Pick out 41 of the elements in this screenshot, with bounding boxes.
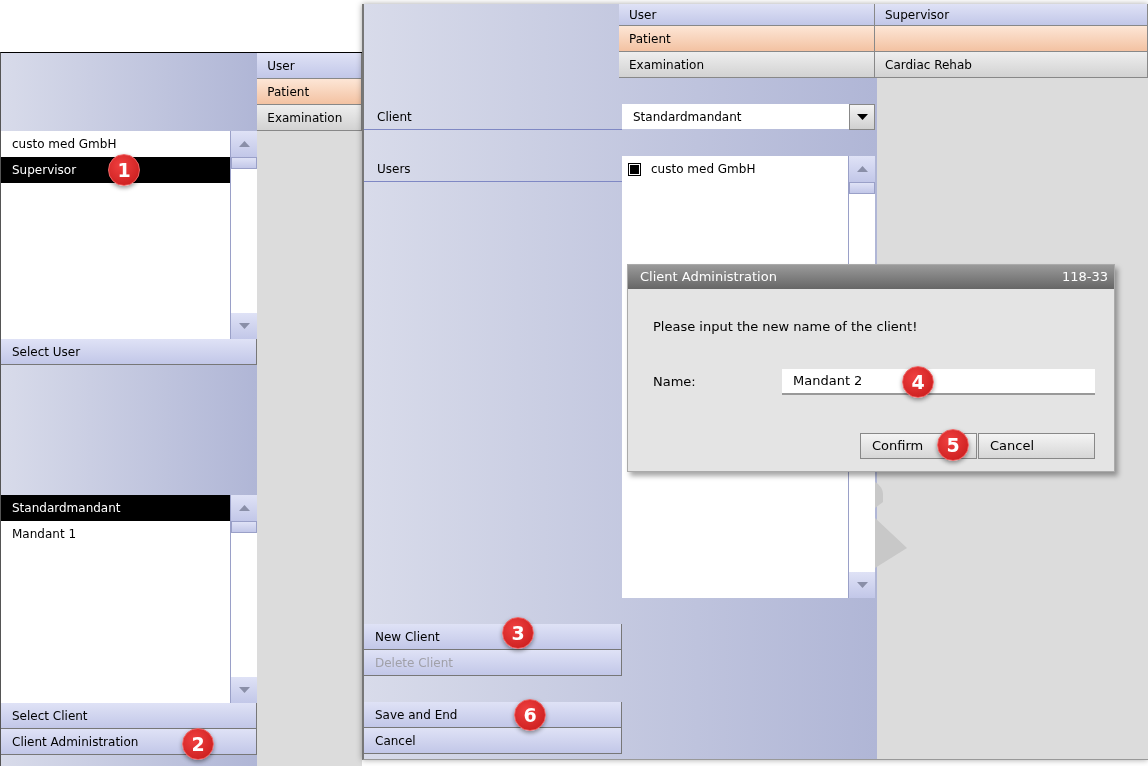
scroll-thumb[interactable] [231,157,258,169]
tab[interactable]: Examination [619,52,875,78]
dialog-message: Please input the new name of the client! [653,318,919,336]
arrow-up-icon [856,166,868,172]
arrow-down-icon [238,687,250,693]
scroll-thumb[interactable] [849,182,875,194]
arrow-up-icon [238,141,250,147]
tab[interactable]: Patient [257,79,362,105]
arrow-down-icon [238,323,250,329]
arrow-down-icon [856,582,868,588]
tab[interactable]: Patient [619,26,875,52]
field-label: Name: [653,372,697,391]
tab[interactable]: User [619,4,875,26]
dialog-title: Client Administration [640,268,777,287]
scroll-thumb[interactable] [231,521,258,533]
tab-value: Cardiac Rehab [875,52,1148,78]
client-dropdown[interactable]: Standardmandant [622,104,875,129]
tab[interactable]: Examination [257,105,362,131]
scroll-down-button[interactable] [231,313,258,339]
scroll-down-button[interactable] [849,572,875,598]
list-item[interactable]: custo med GmbH [1,131,231,157]
action-button[interactable]: Select Client [1,703,258,729]
scroll-up-button[interactable] [849,156,875,182]
checkbox[interactable] [628,162,641,176]
checkbox-label: custo med GmbH [651,161,756,178]
list-item[interactable]: Standardmandant [1,495,231,521]
action-button[interactable]: Cancel [364,728,622,754]
scroll-down-button[interactable] [231,677,258,703]
tab-value: Supervisor [875,4,1148,26]
dialog-button[interactable]: Cancel [978,432,1095,459]
arrow-up-icon [238,505,250,511]
checkbox-item[interactable]: custo med GmbH [622,156,848,182]
dialog-code: 118-33 [1061,268,1108,287]
scroll-up-button[interactable] [231,495,258,521]
field-label: Users [364,156,622,182]
list-item[interactable]: Mandant 1 [1,521,231,547]
select-user-button[interactable]: Select User [1,339,258,365]
tab[interactable]: User [257,53,362,79]
scroll-up-button[interactable] [231,131,258,157]
caret-down-icon [856,114,868,120]
field-label: Client [364,104,622,130]
